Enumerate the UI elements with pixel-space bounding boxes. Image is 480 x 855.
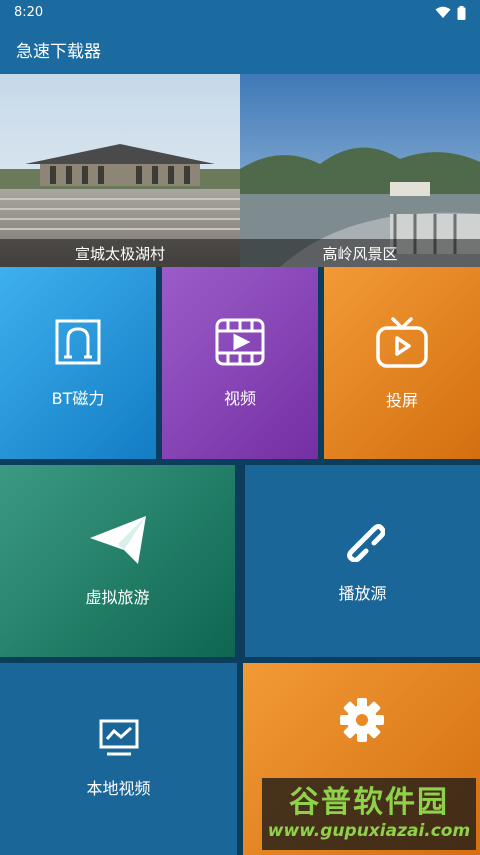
- tile-label: 投屏: [385, 391, 418, 410]
- virtual-tour-tile[interactable]: 虚拟旅游: [0, 465, 235, 657]
- link-icon: [341, 518, 385, 562]
- banner-item-taiji-lake[interactable]: 宣城太极湖村: [0, 74, 240, 267]
- app-bar: 急速下载器: [0, 25, 480, 74]
- status-icons: [435, 5, 466, 20]
- screen-cast-tile[interactable]: 投屏: [324, 267, 480, 459]
- tile-label: 播放源: [338, 584, 387, 603]
- paper-plane-icon: [88, 514, 148, 566]
- magnet-icon: [53, 317, 103, 367]
- play-source-tile[interactable]: 播放源: [245, 465, 480, 657]
- banner-item-gaoling[interactable]: 高岭风景区: [240, 74, 480, 267]
- watermark: 谷普软件园 www.gupuxiazai.com: [262, 778, 476, 850]
- banner-caption: 高岭风景区: [240, 239, 480, 267]
- app-title: 急速下载器: [16, 42, 101, 62]
- gear-icon: [339, 697, 385, 743]
- film-icon: [214, 317, 266, 367]
- wifi-icon: [435, 6, 451, 18]
- watermark-url: www.gupuxiazai.com: [267, 821, 471, 841]
- status-bar: 8:20: [0, 0, 480, 25]
- video-tile[interactable]: 视频: [162, 267, 318, 459]
- monitor-icon: [99, 719, 139, 757]
- banner-caption: 宣城太极湖村: [0, 239, 240, 267]
- tile-label: BT磁力: [51, 389, 105, 408]
- tile-label: 本地视频: [86, 779, 151, 798]
- bt-magnet-tile[interactable]: BT磁力: [0, 267, 156, 459]
- status-time: 8:20: [14, 5, 44, 20]
- tile-label: 虚拟旅游: [85, 588, 150, 607]
- battery-icon: [457, 5, 466, 20]
- tile-label: 视频: [223, 389, 256, 408]
- local-video-tile[interactable]: 本地视频: [0, 663, 237, 855]
- watermark-title: 谷普软件园: [289, 785, 449, 820]
- tv-icon: [375, 315, 429, 369]
